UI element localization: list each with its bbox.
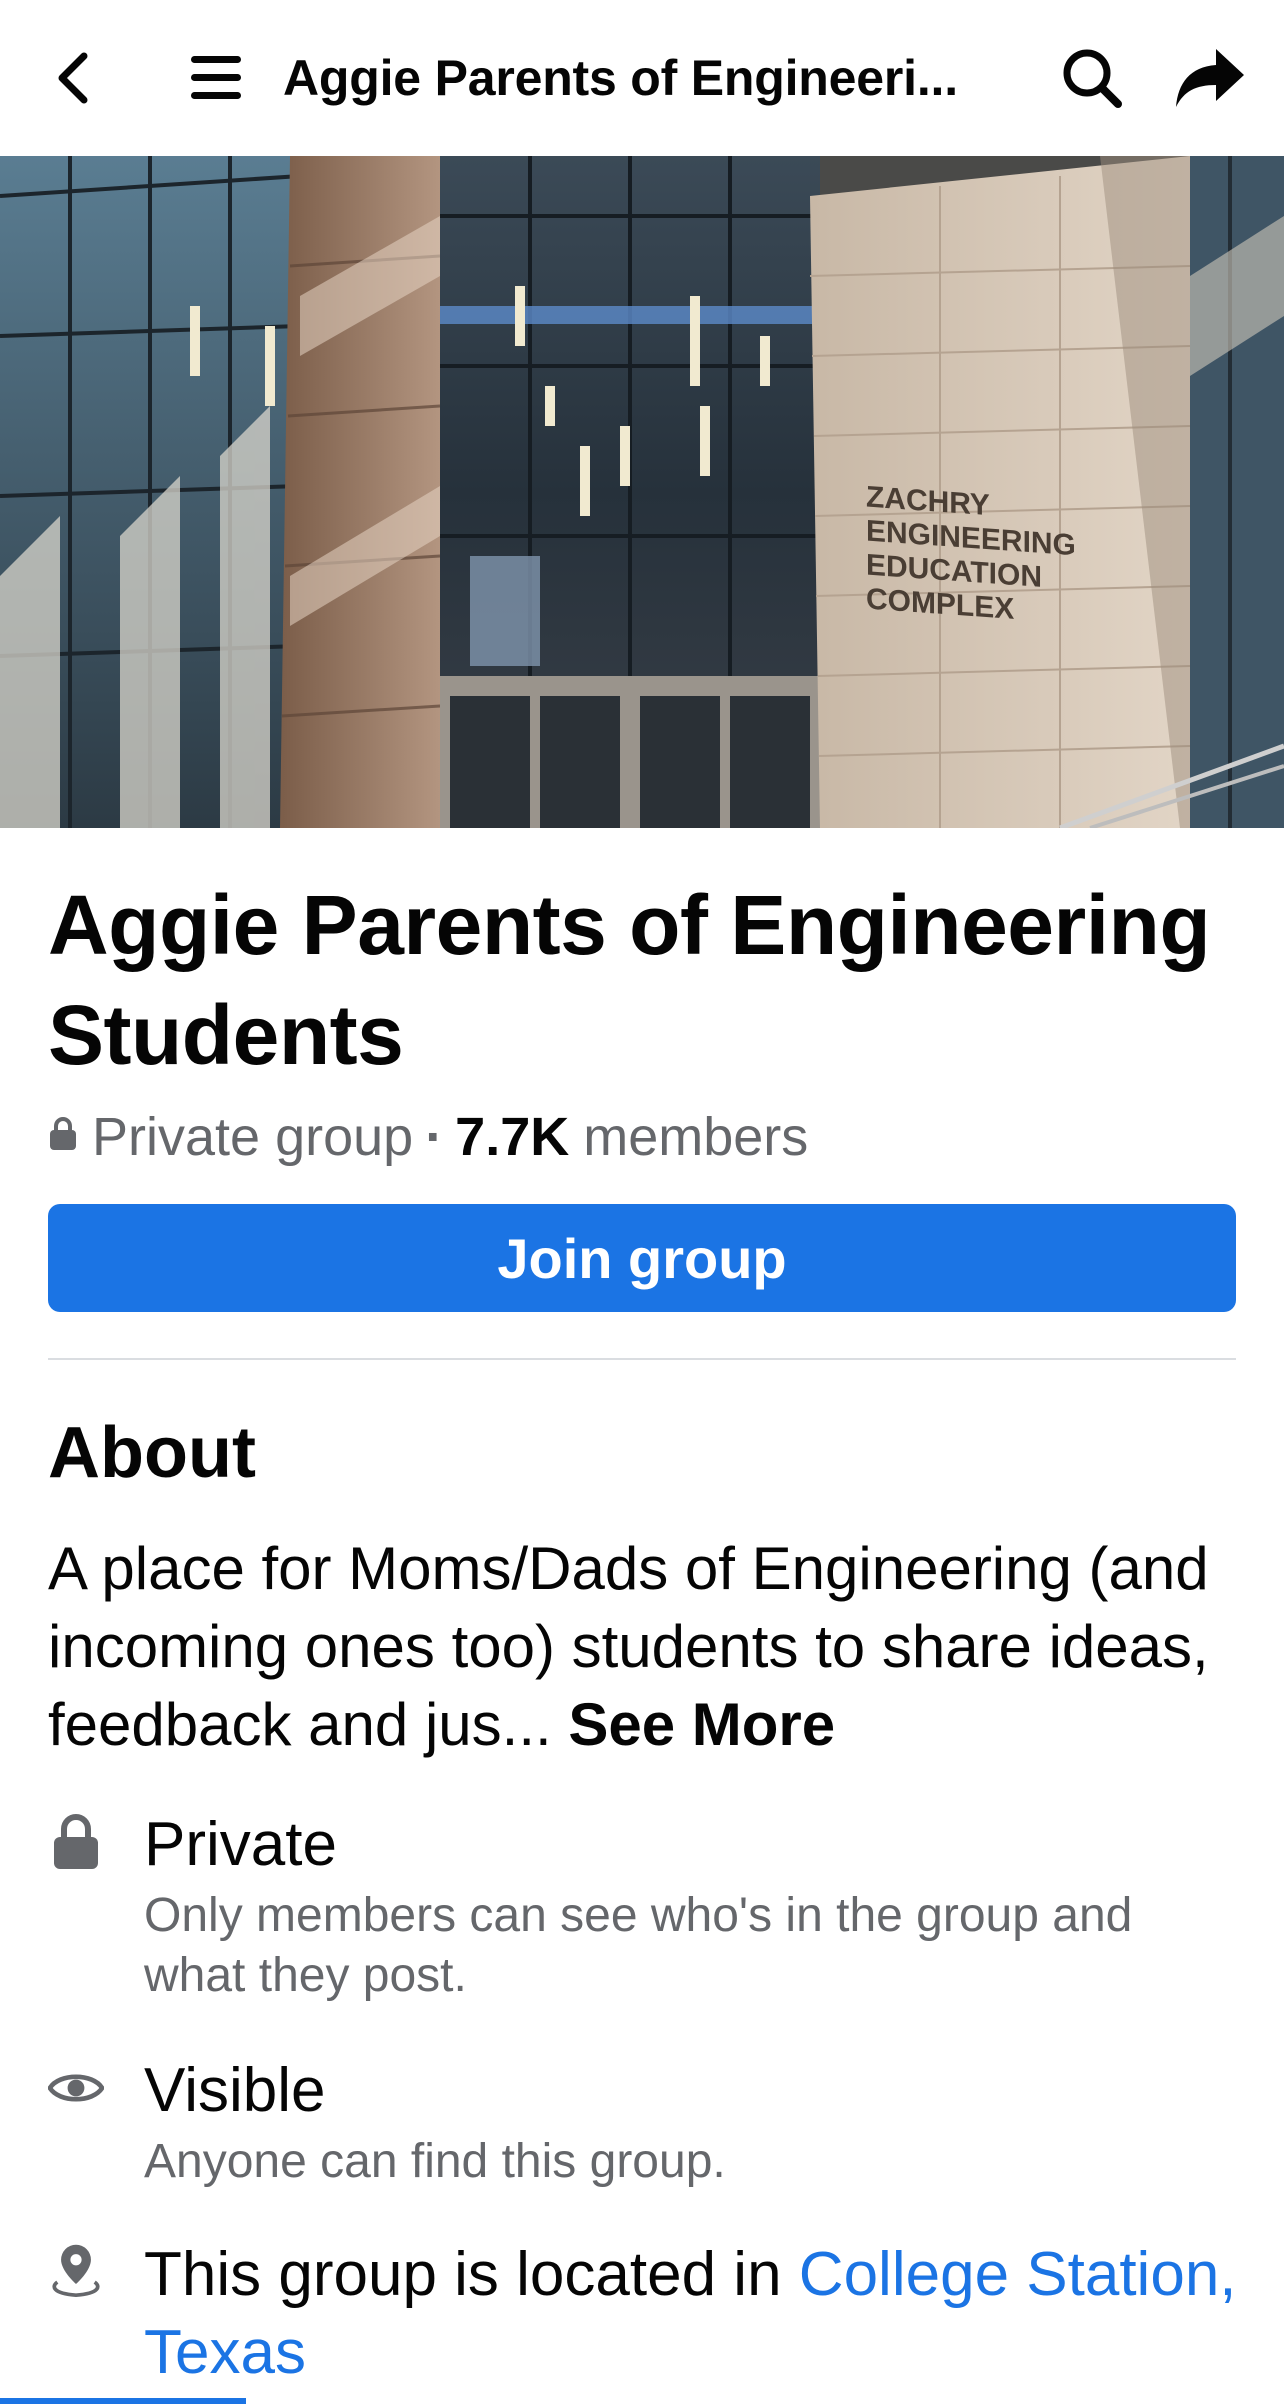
lock-icon <box>50 1117 76 1150</box>
location-text: This group is located in College Station… <box>144 2236 1244 2392</box>
location-pin-icon <box>48 2240 104 2300</box>
join-group-button[interactable]: Join group <box>48 1204 1236 1312</box>
info-title: Private <box>144 1810 337 1879</box>
group-meta: Private group · 7.7K members <box>48 1104 808 1170</box>
see-more-link[interactable]: See More <box>568 1691 835 1758</box>
chevron-left-icon[interactable] <box>40 42 104 114</box>
hamburger-menu-icon[interactable] <box>180 42 252 114</box>
scroll-indicator <box>0 2398 246 2404</box>
about-heading: About <box>48 1413 256 1493</box>
eye-icon <box>48 2058 104 2118</box>
location-prefix: This group is located in <box>144 2240 782 2309</box>
lock-icon <box>48 1812 104 1872</box>
divider <box>48 1358 1236 1360</box>
info-title: Visible <box>144 2056 326 2125</box>
info-subtitle: Anyone can find this group. <box>144 2135 726 2188</box>
cover-photo[interactable]: ZACHRY ENGINEERING EDUCATION COMPLEX <box>0 156 1284 828</box>
group-name: Aggie Parents of Engineering Students <box>48 878 1211 1082</box>
top-bar-title: Aggie Parents of Engineeri... <box>283 50 958 106</box>
meta-separator: · <box>425 1107 444 1167</box>
member-count[interactable]: 7.7K <box>455 1106 569 1168</box>
search-icon[interactable] <box>1054 42 1130 114</box>
about-description: A place for Moms/Dads of Engineering (an… <box>48 1530 1248 1764</box>
cover-photo-image: ZACHRY ENGINEERING EDUCATION COMPLEX <box>0 156 1284 828</box>
member-label[interactable]: members <box>583 1106 808 1168</box>
top-bar: Aggie Parents of Engineeri... <box>0 0 1284 156</box>
privacy-label: Private group <box>92 1107 414 1167</box>
share-arrow-icon[interactable] <box>1170 42 1250 114</box>
info-subtitle: Only members can see who's in the group … <box>144 1889 1133 2002</box>
